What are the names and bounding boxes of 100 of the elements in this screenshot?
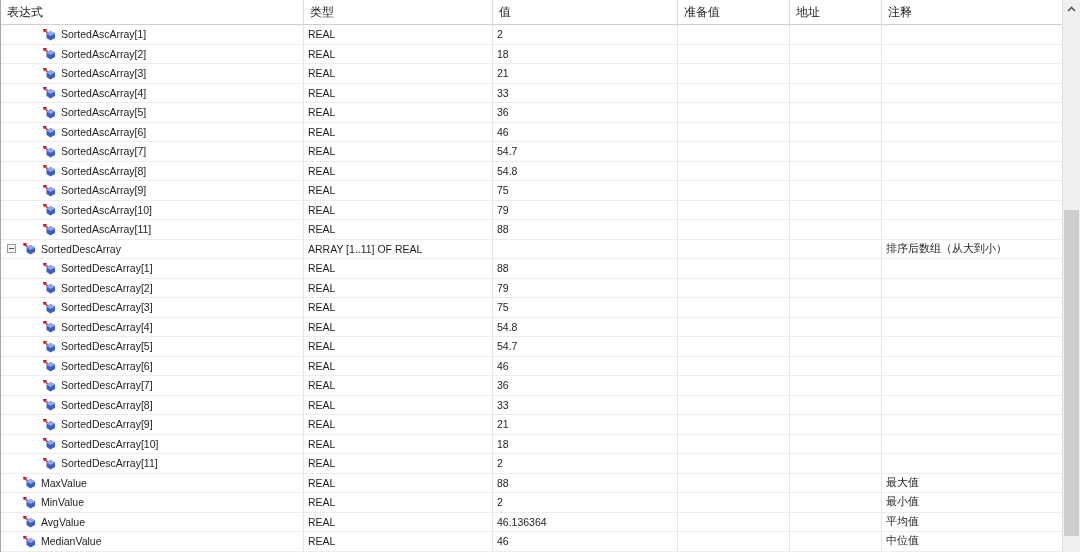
variable-icon: [22, 495, 36, 509]
variable-name[interactable]: SortedAscArray[1]: [61, 28, 147, 41]
variable-icon: [42, 27, 56, 41]
column-header[interactable]: 地址: [790, 0, 882, 25]
value-cell: 33: [497, 398, 509, 411]
column-header[interactable]: 类型: [304, 0, 493, 25]
variable-name[interactable]: SortedAscArray[5]: [61, 106, 147, 119]
value-cell: 88: [497, 262, 509, 275]
variable-icon: [42, 398, 56, 412]
variable-name[interactable]: SortedAscArray[10]: [61, 203, 153, 216]
comment-cell: 排序后数组（从大到小）: [886, 241, 1007, 256]
variable-name[interactable]: SortedDescArray[9]: [61, 418, 153, 431]
variable-name[interactable]: SortedDescArray[3]: [61, 301, 153, 314]
type-cell: REAL: [308, 535, 336, 548]
variable-name[interactable]: SortedAscArray[11]: [61, 223, 152, 236]
type-cell: REAL: [308, 437, 336, 450]
variable-icon: [42, 47, 56, 61]
variable-icon: [22, 242, 36, 256]
value-cell: 18: [497, 437, 509, 450]
type-cell: REAL: [308, 164, 336, 177]
value-cell: 46: [497, 359, 509, 372]
type-cell: REAL: [308, 515, 336, 528]
value-cell: 21: [497, 418, 509, 431]
variable-icon: [22, 476, 36, 490]
value-cell: 46.136364: [497, 515, 547, 528]
variable-name[interactable]: AvgValue: [41, 515, 85, 528]
type-cell: REAL: [308, 86, 336, 99]
type-cell: REAL: [308, 223, 336, 236]
type-cell: REAL: [308, 47, 336, 60]
value-cell: 46: [497, 535, 509, 548]
scrollbar-thumb[interactable]: [1064, 210, 1079, 536]
type-cell: REAL: [308, 457, 336, 470]
value-cell: 75: [497, 184, 509, 197]
type-cell: REAL: [308, 28, 336, 41]
variable-icon: [42, 164, 56, 178]
comment-cell: 最小值: [886, 495, 919, 510]
type-cell: REAL: [308, 203, 336, 216]
type-cell: REAL: [308, 418, 336, 431]
variable-name[interactable]: SortedDescArray[2]: [61, 281, 153, 294]
type-cell: REAL: [308, 67, 336, 80]
value-cell: 54.8: [497, 164, 518, 177]
type-cell: REAL: [308, 106, 336, 119]
variable-name[interactable]: SortedAscArray[2]: [61, 47, 147, 60]
value-cell: 18: [497, 47, 509, 60]
variable-icon: [42, 183, 56, 197]
variable-icon: [42, 417, 56, 431]
variable-name[interactable]: SortedDescArray[7]: [61, 379, 153, 392]
variable-icon: [42, 105, 56, 119]
scrollbar[interactable]: [1062, 0, 1080, 552]
column-header[interactable]: 准备值: [678, 0, 790, 25]
variable-icon: [42, 456, 56, 470]
value-cell: 2: [497, 457, 503, 470]
variable-name[interactable]: SortedAscArray[4]: [61, 86, 147, 99]
type-cell: REAL: [308, 340, 336, 353]
variable-name[interactable]: MaxValue: [41, 476, 87, 489]
variable-icon: [42, 359, 56, 373]
variable-name[interactable]: SortedDescArray[1]: [61, 262, 153, 275]
variable-name[interactable]: SortedDescArray[11]: [61, 457, 158, 470]
variable-name[interactable]: SortedDescArray: [41, 242, 121, 255]
variable-name[interactable]: SortedAscArray[8]: [61, 164, 147, 177]
variable-name[interactable]: SortedDescArray[8]: [61, 398, 153, 411]
variable-icon: [42, 320, 56, 334]
value-cell: 2: [497, 28, 503, 41]
type-cell: REAL: [308, 125, 336, 138]
value-cell: 79: [497, 203, 509, 216]
variable-icon: [42, 300, 56, 314]
variable-name[interactable]: SortedAscArray[9]: [61, 184, 147, 197]
column-header[interactable]: 表达式: [1, 0, 304, 25]
type-cell: REAL: [308, 476, 336, 489]
variable-name[interactable]: SortedDescArray[5]: [61, 340, 153, 353]
type-cell: REAL: [308, 496, 336, 509]
variable-name[interactable]: SortedAscArray[7]: [61, 145, 147, 158]
value-cell: 36: [497, 379, 509, 392]
value-cell: 54.8: [497, 320, 518, 333]
value-cell: 33: [497, 86, 509, 99]
variable-name[interactable]: SortedAscArray[3]: [61, 67, 147, 80]
variable-icon: [22, 515, 36, 529]
type-cell: REAL: [308, 145, 336, 158]
variable-name[interactable]: SortedDescArray[6]: [61, 359, 153, 372]
value-cell: 88: [497, 476, 509, 489]
value-cell: 79: [497, 281, 509, 294]
variable-icon: [42, 437, 56, 451]
variable-icon: [42, 203, 56, 217]
variable-name[interactable]: SortedDescArray[10]: [61, 437, 159, 450]
variable-icon: [22, 534, 36, 548]
variable-name[interactable]: MedianValue: [41, 535, 102, 548]
variable-icon: [42, 222, 56, 236]
variable-name[interactable]: SortedAscArray[6]: [61, 125, 147, 138]
variable-name[interactable]: SortedDescArray[4]: [61, 320, 153, 333]
variable-icon: [42, 261, 56, 275]
type-cell: REAL: [308, 301, 336, 314]
column-header[interactable]: 值: [493, 0, 678, 25]
variable-icon: [42, 86, 56, 100]
value-cell: 75: [497, 301, 509, 314]
collapse-toggle[interactable]: [7, 244, 16, 254]
variable-icon: [42, 281, 56, 295]
value-cell: 54.7: [497, 145, 518, 158]
variable-name[interactable]: MinValue: [41, 496, 84, 509]
type-cell: REAL: [308, 379, 336, 392]
type-cell: REAL: [308, 281, 336, 294]
